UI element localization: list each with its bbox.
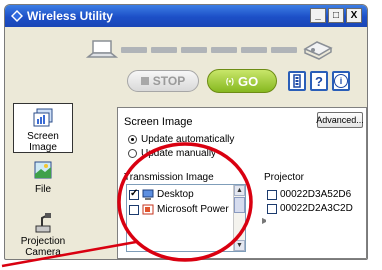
highlight-annotation: [1, 142, 253, 268]
highlight-circle: [117, 142, 253, 262]
pointer-line: [1, 240, 137, 268]
